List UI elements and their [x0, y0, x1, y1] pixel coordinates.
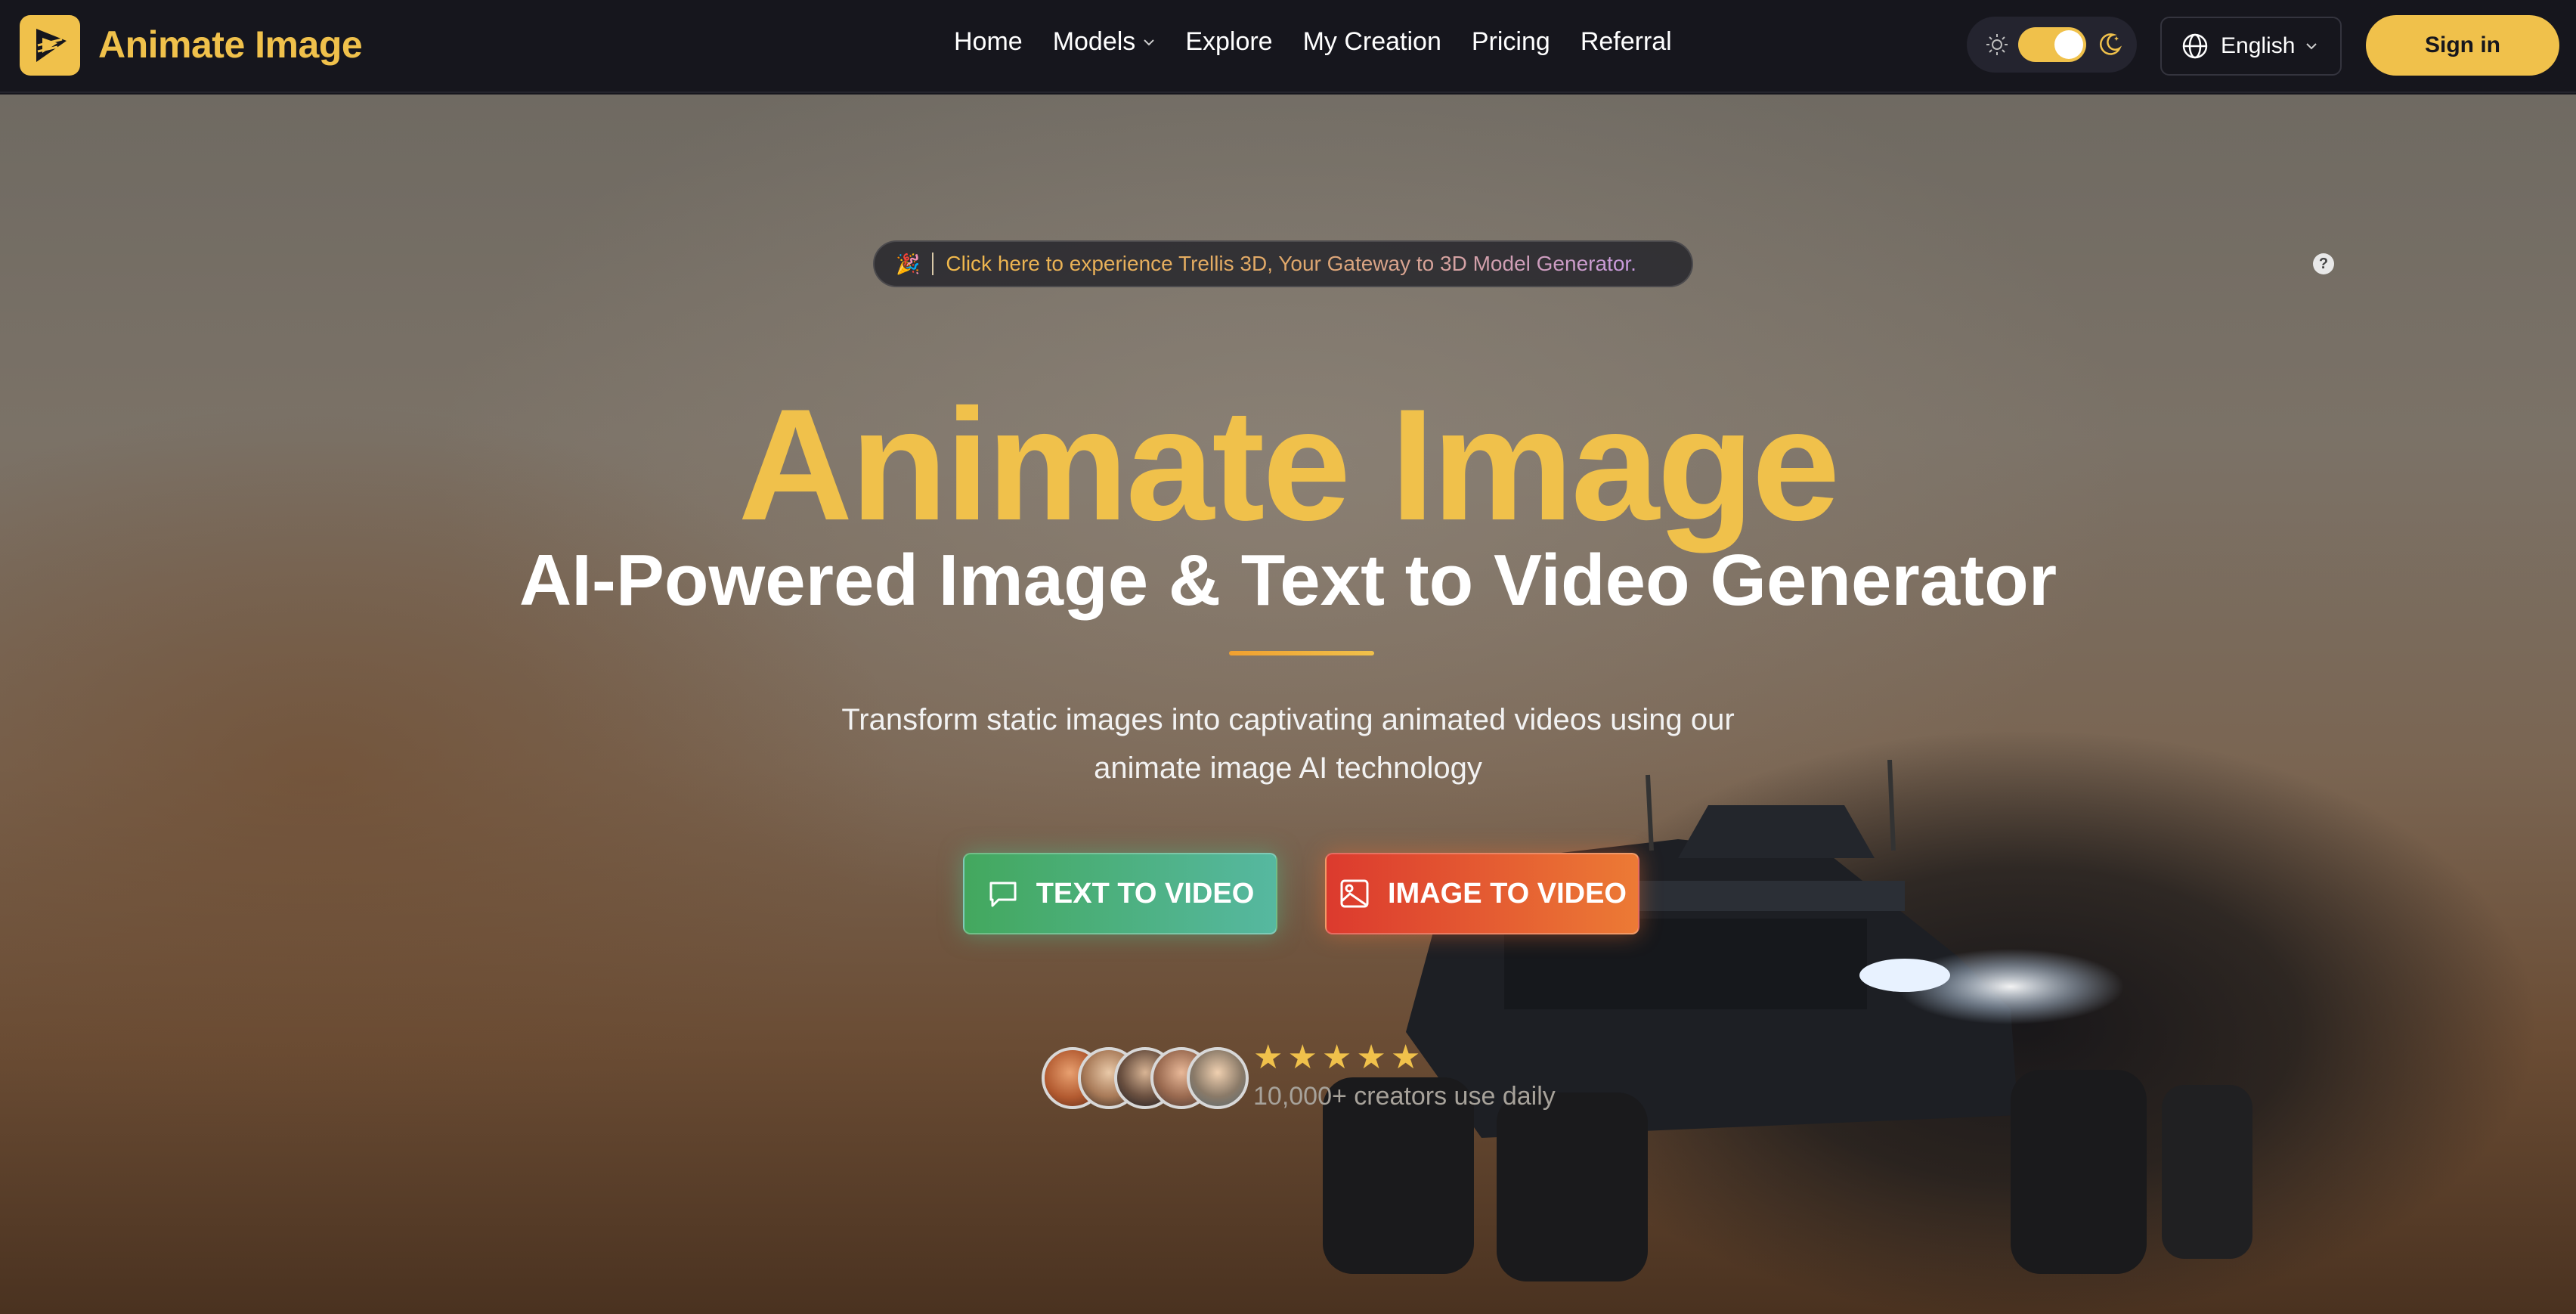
language-selector[interactable]: English — [2160, 17, 2342, 76]
avatar — [1187, 1047, 1249, 1109]
chat-bubble-icon — [989, 882, 1017, 907]
moon-icon — [2100, 33, 2122, 55]
sign-in-button[interactable]: Sign in — [2366, 15, 2559, 76]
main-nav: Home Models Explore My Creation Pricing … — [954, 27, 1702, 57]
banner-link-text[interactable]: Click here to experience Trellis 3D, You… — [946, 252, 1636, 276]
star-icon: ★ — [1356, 1039, 1386, 1076]
nav-models-label: Models — [1052, 27, 1136, 56]
hero-description: Transform static images into captivating… — [841, 703, 1735, 785]
banner-divider — [932, 253, 934, 275]
nav-explore[interactable]: Explore — [1185, 27, 1272, 57]
text-to-video-label: TEXT TO VIDEO — [1036, 877, 1255, 910]
nav-explore-label: Explore — [1185, 27, 1273, 56]
sun-icon — [1986, 34, 2008, 55]
chevron-down-icon — [1144, 39, 1155, 45]
hero-section: 🎉 Click here to experience Trellis 3D, Y… — [0, 95, 2576, 1314]
trellis-promo-banner[interactable]: 🎉 Click here to experience Trellis 3D, Y… — [873, 240, 1693, 287]
rating-stars: ★ ★ ★ ★ ★ — [1253, 1041, 1425, 1074]
party-popper-icon: 🎉 — [896, 252, 921, 275]
hero-subtitle: AI-Powered Image & Text to Video Generat… — [519, 540, 2057, 621]
text-to-video-button[interactable]: TEXT TO VIDEO — [963, 853, 1277, 934]
help-icon[interactable]: ? — [2313, 253, 2334, 274]
star-icon: ★ — [1390, 1039, 1421, 1076]
nav-my-creation-label: My Creation — [1302, 27, 1441, 56]
nav-home[interactable]: Home — [954, 27, 1023, 57]
nav-pricing[interactable]: Pricing — [1472, 27, 1550, 57]
nav-referral-label: Referral — [1580, 27, 1672, 56]
image-to-video-label: IMAGE TO VIDEO — [1387, 877, 1627, 910]
nav-referral[interactable]: Referral — [1581, 27, 1672, 57]
vehicle-background-image — [1323, 760, 2252, 1281]
hero-title: Animate Image — [738, 376, 1841, 553]
top-navbar: Animate Image Home Models Explore My Cre… — [0, 0, 2576, 93]
creators-count: 10,000+ creators use daily — [1253, 1082, 1556, 1111]
star-icon: ★ — [1287, 1039, 1317, 1076]
toggle-knob — [2054, 30, 2083, 59]
theme-toggle[interactable] — [1967, 17, 2137, 73]
nav-models[interactable]: Models — [1053, 27, 1156, 57]
image-to-video-button[interactable]: IMAGE TO VIDEO — [1325, 853, 1639, 934]
star-icon: ★ — [1321, 1039, 1352, 1076]
language-label: English — [2221, 33, 2296, 58]
nav-pricing-label: Pricing — [1471, 27, 1550, 56]
globe-icon — [2182, 33, 2208, 59]
chevron-down-icon — [2306, 43, 2317, 50]
creator-avatars — [1042, 1047, 1249, 1109]
logo-icon[interactable] — [20, 15, 80, 76]
nav-home-label: Home — [954, 27, 1023, 56]
nav-my-creation[interactable]: My Creation — [1303, 27, 1441, 57]
brand-name[interactable]: Animate Image — [98, 23, 363, 67]
image-icon — [1340, 879, 1369, 908]
toggle-track[interactable] — [2018, 27, 2086, 62]
star-icon: ★ — [1253, 1039, 1283, 1076]
title-underline — [1229, 651, 1374, 655]
